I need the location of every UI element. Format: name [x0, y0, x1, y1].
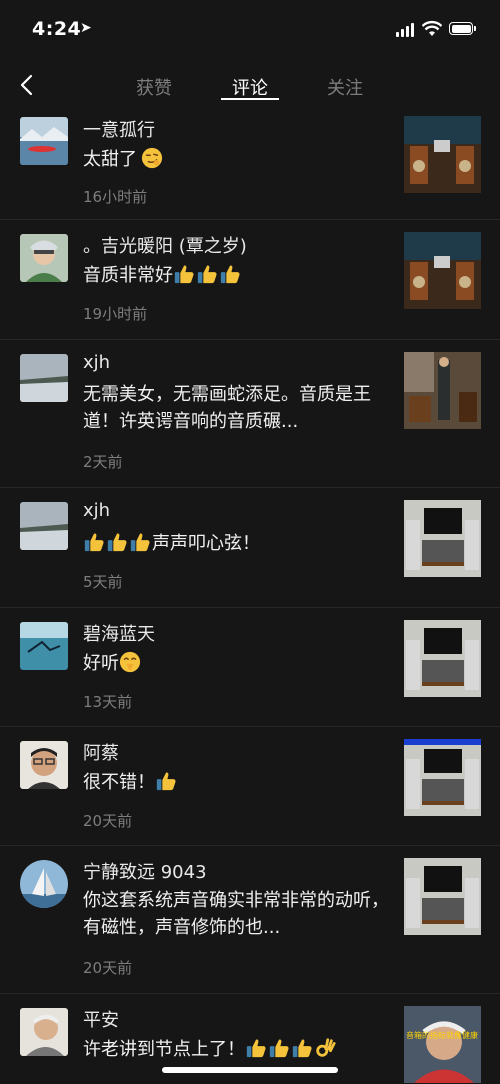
comment-time: 2天前 — [83, 453, 123, 471]
comment-body: 许老讲到节点上了！ — [83, 1039, 245, 1060]
comment-time: 16小时前 — [83, 188, 148, 206]
comment-body: 你这套系统声音确实非常非常的动听，有磁性，声音修饰的也... — [83, 890, 389, 938]
thumbs-up-emoji-icon — [155, 770, 177, 792]
comment-text: 声声叩心弦！ — [83, 530, 393, 557]
shush-emoji-icon — [119, 651, 141, 673]
avatar[interactable] — [20, 117, 68, 165]
thumbs-up-emoji-icon — [173, 263, 195, 285]
thumbs-up-emoji-icon — [196, 263, 218, 285]
list-item[interactable]: 宁静致远 9043 你这套系统声音确实非常非常的动听，有磁性，声音修饰的也...… — [0, 846, 500, 994]
video-thumbnail[interactable] — [404, 232, 481, 309]
comment-body: 音质非常好 — [83, 265, 173, 286]
back-chevron-icon[interactable] — [16, 72, 42, 98]
avatar[interactable] — [20, 354, 68, 402]
list-item[interactable]: xjh 声声叩心弦！ 5天前 — [0, 488, 500, 608]
comment-body: 声声叩心弦！ — [152, 533, 260, 554]
comment-body: 太甜了 — [83, 149, 137, 170]
thumbs-up-emoji-icon — [129, 531, 151, 553]
comment-time: 5天前 — [83, 573, 123, 591]
video-thumbnail[interactable] — [404, 739, 481, 816]
comment-body: 无需美女，无需画蛇添足。音质是王道！许英谔音响的音质碾... — [83, 384, 371, 432]
battery-cap — [474, 26, 476, 31]
comment-text: 好听 — [83, 650, 393, 677]
video-thumbnail[interactable] — [404, 858, 481, 935]
smirk-emoji-icon — [141, 147, 163, 169]
battery-icon — [449, 22, 473, 35]
comment-text: 太甜了 — [83, 146, 393, 173]
list-item[interactable]: 阿蔡 很不错！ 20天前 — [0, 727, 500, 846]
avatar[interactable] — [20, 741, 68, 789]
comment-time: 19小时前 — [83, 305, 148, 323]
commenter-name[interactable]: xjh — [83, 352, 110, 373]
location-arrow-icon: ➤ — [80, 20, 92, 36]
commenter-name[interactable]: 碧海蓝天 — [83, 620, 155, 646]
avatar[interactable] — [20, 234, 68, 282]
commenter-name[interactable]: 。吉光暖阳 (覃之岁) — [83, 232, 247, 258]
avatar[interactable] — [20, 622, 68, 670]
comment-time: 13天前 — [83, 693, 133, 711]
thumbs-up-emoji-icon — [83, 531, 105, 553]
status-bar: 4:24 ➤ — [0, 0, 500, 60]
tab-follows[interactable]: 关注 — [327, 74, 363, 100]
commenter-name[interactable]: 阿蔡 — [83, 739, 119, 765]
active-tab-indicator — [221, 98, 279, 100]
thumbs-up-emoji-icon — [268, 1037, 290, 1059]
commenter-name[interactable]: 宁静致远 9043 — [83, 858, 207, 884]
list-item[interactable]: 。吉光暖阳 (覃之岁) 音质非常好 19小时前 — [0, 220, 500, 340]
list-item[interactable]: xjh 无需美女，无需画蛇添足。音质是王道！许英谔音响的音质碾... 2天前 — [0, 340, 500, 488]
comment-text: 很不错！ — [83, 769, 393, 796]
thumbnail-caption: 音箱的指标就像健康 — [406, 1031, 478, 1040]
comment-time: 20天前 — [83, 959, 133, 977]
comment-body: 好听 — [83, 653, 119, 674]
ok-hand-emoji-icon — [314, 1037, 336, 1059]
thumbs-up-emoji-icon — [106, 531, 128, 553]
cellular-signal-icon — [396, 23, 416, 37]
video-thumbnail[interactable] — [404, 352, 481, 429]
thumbs-up-emoji-icon — [219, 263, 241, 285]
commenter-name[interactable]: 平安 — [83, 1006, 119, 1032]
comment-text: 无需美女，无需画蛇添足。音质是王道！许英谔音响的音质碾... — [83, 381, 393, 435]
wifi-icon — [422, 20, 442, 36]
video-thumbnail[interactable] — [404, 620, 481, 697]
commenter-name[interactable]: xjh — [83, 500, 110, 521]
video-thumbnail[interactable] — [404, 500, 481, 577]
comment-text: 你这套系统声音确实非常非常的动听，有磁性，声音修饰的也... — [83, 887, 393, 941]
video-thumbnail[interactable] — [404, 116, 481, 193]
thumbs-up-emoji-icon — [291, 1037, 313, 1059]
tab-likes[interactable]: 获赞 — [136, 74, 172, 100]
commenter-name[interactable]: 一意孤行 — [83, 116, 155, 142]
thumbs-up-emoji-icon — [245, 1037, 267, 1059]
list-item[interactable]: 一意孤行 太甜了 16小时前 — [0, 112, 500, 220]
avatar[interactable] — [20, 860, 68, 908]
comment-list: 一意孤行 太甜了 16小时前 。吉光暖阳 (覃之岁) 音质非常好 19小时前 x… — [0, 112, 500, 1084]
top-nav: 获赞 评论 关注 — [0, 60, 500, 112]
avatar[interactable] — [20, 1008, 68, 1056]
avatar[interactable] — [20, 502, 68, 550]
comment-body: 很不错！ — [83, 772, 155, 793]
video-thumbnail[interactable]: 音箱的指标就像健康 — [404, 1006, 481, 1083]
list-item[interactable]: 碧海蓝天 好听 13天前 — [0, 608, 500, 727]
comment-time: 20天前 — [83, 812, 133, 830]
tab-comments[interactable]: 评论 — [232, 74, 268, 100]
home-indicator — [162, 1067, 338, 1073]
comment-text: 许老讲到节点上了！ — [83, 1036, 403, 1063]
comment-text: 音质非常好 — [83, 262, 393, 289]
status-time: 4:24 — [32, 18, 82, 40]
